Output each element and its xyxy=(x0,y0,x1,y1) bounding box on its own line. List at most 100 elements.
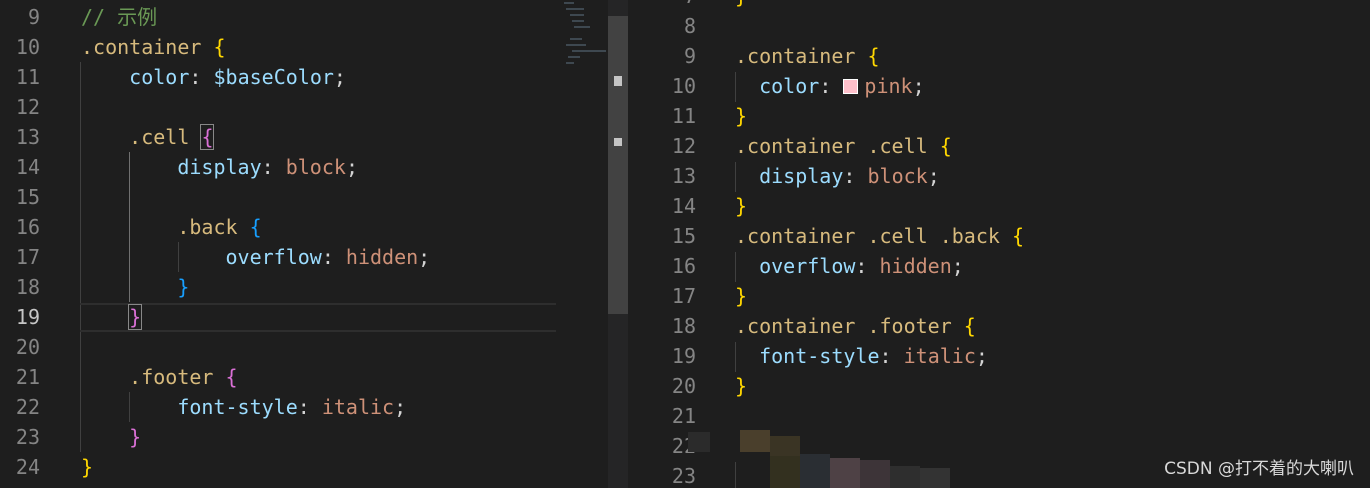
code-token: .footer xyxy=(129,365,214,389)
code-line[interactable]: 21 .footer { xyxy=(0,362,608,392)
code-line[interactable]: 21 xyxy=(628,401,1370,431)
code-token: } xyxy=(735,374,748,398)
left-editor-pane[interactable]: 9// 示例 10 .container {11 color: $baseColor… xyxy=(0,0,608,488)
code-text[interactable]: } xyxy=(81,302,143,332)
line-number: 22 xyxy=(15,395,40,419)
code-text[interactable]: .footer { xyxy=(81,362,237,392)
code-text[interactable]: color: pink; xyxy=(735,71,925,101)
line-number: 13 xyxy=(15,125,40,149)
code-text[interactable]: .container .cell .back { xyxy=(735,221,1024,251)
code-token: .container xyxy=(735,44,856,68)
code-text[interactable]: .container .cell { xyxy=(735,131,952,161)
line-number: 19 xyxy=(671,344,696,368)
code-token: pink xyxy=(864,74,913,98)
line-number: 8 xyxy=(683,14,696,38)
code-token: : xyxy=(297,395,322,419)
line-number: 12 xyxy=(15,95,40,119)
code-line[interactable]: 12 .container .cell { xyxy=(628,131,1370,161)
code-text[interactable]: color: $baseColor; xyxy=(81,62,346,92)
code-line[interactable]: 17} xyxy=(628,281,1370,311)
code-token: } xyxy=(735,284,748,308)
code-line[interactable]: 20 xyxy=(0,332,608,362)
right-editor-pane[interactable]: 7} 8 9.container {10 color: pink;11}12.con… xyxy=(628,0,1370,488)
code-line[interactable]: 15 xyxy=(0,182,608,212)
code-line[interactable]: 15 .container .cell .back { xyxy=(628,221,1370,251)
code-text[interactable]: } xyxy=(735,191,747,221)
code-text[interactable]: } xyxy=(735,281,747,311)
code-line[interactable]: 9 .container { xyxy=(628,41,1370,71)
code-text[interactable]: font-style: italic; xyxy=(81,392,406,422)
code-token: display xyxy=(759,164,844,188)
mosaic-block xyxy=(688,432,710,452)
minimap-line xyxy=(570,14,584,16)
code-line[interactable]: 14} xyxy=(628,191,1370,221)
code-line[interactable]: 11 color: $baseColor; xyxy=(0,62,608,92)
scrollbar-thumb[interactable] xyxy=(608,16,628,314)
code-token: ; xyxy=(927,164,940,188)
code-line[interactable]: 19 } xyxy=(0,302,608,332)
code-line[interactable]: 10 color: pink; xyxy=(628,71,1370,101)
code-text[interactable]: .container { xyxy=(735,41,880,71)
code-line[interactable]: 11} xyxy=(628,101,1370,131)
code-text[interactable]: .container { xyxy=(81,32,226,62)
line-number: 15 xyxy=(15,185,40,209)
code-token: { xyxy=(1011,224,1024,248)
code-token: : xyxy=(855,254,880,278)
code-line[interactable]: 10 .container { xyxy=(0,32,608,62)
code-token: ; xyxy=(975,344,988,368)
code-line[interactable]: 16 .back { xyxy=(0,212,608,242)
code-line[interactable]: 17 overflow: hidden; xyxy=(0,242,608,272)
code-text[interactable]: } xyxy=(735,0,747,11)
code-line[interactable]: 23 } xyxy=(0,422,608,452)
code-text[interactable]: font-style: italic; xyxy=(735,341,988,371)
code-line[interactable]: 14 display: block; xyxy=(0,152,608,182)
color-swatch xyxy=(843,79,859,94)
mosaic-block xyxy=(770,456,800,488)
code-token: font-style xyxy=(177,395,298,419)
code-line[interactable]: 18 } xyxy=(0,272,608,302)
code-token: } xyxy=(128,304,143,330)
code-line[interactable]: 16 overflow: hidden; xyxy=(628,251,1370,281)
code-text[interactable]: overflow: hidden; xyxy=(81,242,431,272)
code-text[interactable]: .cell { xyxy=(81,122,215,152)
code-text[interactable]: .container .footer { xyxy=(735,311,976,341)
code-text[interactable]: } xyxy=(81,452,93,482)
minimap[interactable] xyxy=(562,0,608,70)
code-line[interactable]: 12 xyxy=(0,92,608,122)
code-text[interactable]: } xyxy=(735,101,747,131)
code-token: : xyxy=(189,65,214,89)
code-token: block xyxy=(285,155,346,179)
code-text[interactable]: .back { xyxy=(81,212,261,242)
code-line[interactable]: 8 xyxy=(628,11,1370,41)
code-line[interactable]: 13 display: block; xyxy=(628,161,1370,191)
code-line[interactable]: 22 font-style: italic; xyxy=(0,392,608,422)
vertical-scrollbar[interactable] xyxy=(608,0,628,488)
code-text[interactable]: overflow: hidden; xyxy=(735,251,964,281)
code-text[interactable]: } xyxy=(81,272,189,302)
code-line[interactable]: 7} xyxy=(628,0,1370,11)
code-text[interactable]: } xyxy=(735,371,747,401)
code-line[interactable]: 20} xyxy=(628,371,1370,401)
code-token: .container .cell xyxy=(735,134,928,158)
code-text[interactable]: // 示例 xyxy=(81,2,157,32)
code-line[interactable]: 13 .cell { xyxy=(0,122,608,152)
code-text[interactable]: display: block; xyxy=(735,161,940,191)
code-line[interactable]: 19 font-style: italic; xyxy=(628,341,1370,371)
code-text[interactable]: display: block; xyxy=(81,152,358,182)
code-line[interactable]: 9 // 示例 xyxy=(0,2,608,32)
code-line[interactable]: 24} xyxy=(0,452,608,482)
code-text[interactable]: } xyxy=(81,422,141,452)
mosaic-block xyxy=(890,466,920,488)
line-number: 7 xyxy=(654,0,696,11)
minimap-line xyxy=(566,44,586,46)
code-line[interactable]: 18 .container .footer { xyxy=(628,311,1370,341)
